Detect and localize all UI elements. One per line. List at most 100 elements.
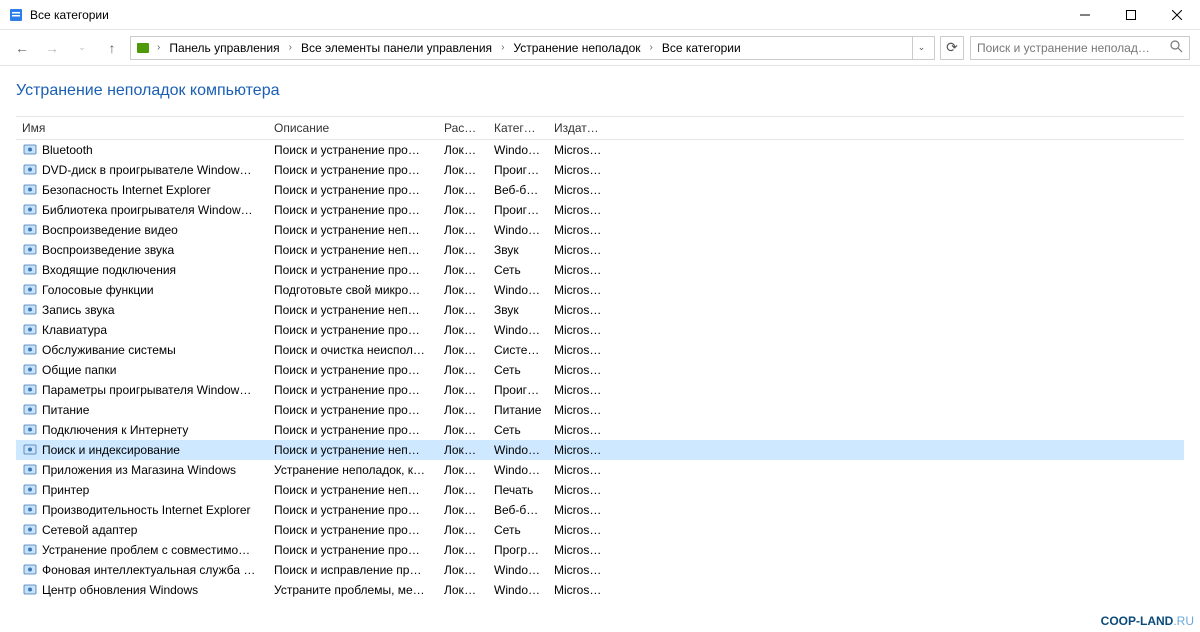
- item-desc: Поиск и устранение про…: [268, 323, 438, 337]
- recent-dropdown[interactable]: ⌄: [70, 36, 94, 60]
- breadcrumb-item-1[interactable]: Все элементы панели управления: [298, 39, 495, 57]
- list-item[interactable]: Голосовые функцииПодготовьте свой микро……: [16, 280, 1184, 300]
- troubleshooter-icon: [22, 582, 38, 598]
- list-item[interactable]: Поиск и индексированиеПоиск и устранение…: [16, 440, 1184, 460]
- list-item[interactable]: Приложения из Магазина WindowsУстранение…: [16, 460, 1184, 480]
- list-header: Имя Описание Расп… Катего… Издатель: [16, 116, 1184, 140]
- list-item[interactable]: Запись звукаПоиск и устранение неп…Лока……: [16, 300, 1184, 320]
- back-button[interactable]: ←: [10, 36, 34, 60]
- list-item[interactable]: Воспроизведение видеоПоиск и устранение …: [16, 220, 1184, 240]
- item-category: Windows: [488, 323, 548, 337]
- list-item[interactable]: Общие папкиПоиск и устранение про…Лока…С…: [16, 360, 1184, 380]
- item-location: Лока…: [438, 523, 488, 537]
- item-name: Библиотека проигрывателя Window…: [42, 203, 253, 217]
- item-name: Сетевой адаптер: [42, 523, 137, 537]
- up-button[interactable]: ↑: [100, 36, 124, 60]
- troubleshooter-icon: [22, 322, 38, 338]
- item-desc: Поиск и устранение про…: [268, 363, 438, 377]
- item-desc: Поиск и устранение про…: [268, 543, 438, 557]
- search-icon: [1169, 39, 1183, 56]
- breadcrumb-item-2[interactable]: Устранение неполадок: [510, 39, 643, 57]
- search-input[interactable]: Поиск и устранение неполад…: [970, 36, 1190, 60]
- list-item[interactable]: Устранение проблем с совместимо…Поиск и …: [16, 540, 1184, 560]
- item-publisher: Microso…: [548, 303, 608, 317]
- item-location: Лока…: [438, 223, 488, 237]
- chevron-right-icon[interactable]: ›: [497, 42, 508, 53]
- list-item[interactable]: Сетевой адаптер Поиск и устранение про…Ло…: [16, 520, 1184, 540]
- chevron-right-icon[interactable]: ›: [153, 42, 164, 53]
- list-item[interactable]: ПитаниеПоиск и устранение про…Лока…Питан…: [16, 400, 1184, 420]
- breadcrumb[interactable]: › Панель управления › Все элементы панел…: [130, 36, 935, 60]
- item-publisher: Microso…: [548, 143, 608, 157]
- troubleshooter-icon: [22, 262, 38, 278]
- item-name: Центр обновления Windows: [42, 583, 198, 597]
- column-header-location[interactable]: Расп…: [438, 121, 488, 135]
- item-publisher: Microso…: [548, 523, 608, 537]
- item-desc: Поиск и устранение про…: [268, 523, 438, 537]
- refresh-button[interactable]: ⟳: [940, 36, 964, 60]
- breadcrumb-item-0[interactable]: Панель управления: [166, 39, 282, 57]
- item-desc: Поиск и устранение про…: [268, 143, 438, 157]
- list-item[interactable]: Фоновая интеллектуальная служба …Поиск и…: [16, 560, 1184, 580]
- item-publisher: Microso…: [548, 483, 608, 497]
- column-header-desc[interactable]: Описание: [268, 121, 438, 135]
- item-location: Лока…: [438, 283, 488, 297]
- list-item[interactable]: Центр обновления WindowsУстраните пробле…: [16, 580, 1184, 600]
- item-name: Обслуживание системы: [42, 343, 176, 357]
- item-category: Програ…: [488, 543, 548, 557]
- page-title: Устранение неполадок компьютера: [16, 82, 1184, 100]
- chevron-right-icon[interactable]: ›: [285, 42, 296, 53]
- breadcrumb-item-3[interactable]: Все категории: [659, 39, 744, 57]
- item-location: Лока…: [438, 403, 488, 417]
- item-publisher: Microso…: [548, 183, 608, 197]
- item-category: Windows: [488, 143, 548, 157]
- app-icon: [8, 7, 24, 23]
- list-item[interactable]: DVD-диск в проигрывателе Window…Поиск и …: [16, 160, 1184, 180]
- list-item[interactable]: Безопасность Internet ExplorerПоиск и ус…: [16, 180, 1184, 200]
- breadcrumb-dropdown[interactable]: ⌄: [912, 37, 930, 59]
- list-item[interactable]: Входящие подключенияПоиск и устранение п…: [16, 260, 1184, 280]
- troubleshooter-icon: [22, 562, 38, 578]
- item-category: Печать: [488, 483, 548, 497]
- titlebar-left: Все категории: [8, 7, 109, 23]
- item-name: Голосовые функции: [42, 283, 154, 297]
- chevron-right-icon[interactable]: ›: [646, 42, 657, 53]
- item-location: Лока…: [438, 363, 488, 377]
- watermark-main: COOP-LAND: [1101, 614, 1174, 628]
- troubleshooter-icon: [22, 502, 38, 518]
- item-publisher: Microso…: [548, 323, 608, 337]
- item-location: Лока…: [438, 143, 488, 157]
- column-header-publisher[interactable]: Издатель: [548, 121, 608, 135]
- minimize-button[interactable]: [1062, 0, 1108, 30]
- item-desc: Поиск и устранение неп…: [268, 303, 438, 317]
- troubleshooter-icon: [22, 422, 38, 438]
- item-location: Лока…: [438, 203, 488, 217]
- item-publisher: Microso…: [548, 543, 608, 557]
- maximize-button[interactable]: [1108, 0, 1154, 30]
- item-location: Лока…: [438, 343, 488, 357]
- column-header-category[interactable]: Катего…: [488, 121, 548, 135]
- item-publisher: Microso…: [548, 503, 608, 517]
- item-publisher: Microso…: [548, 223, 608, 237]
- item-location: Лока…: [438, 483, 488, 497]
- item-name: Безопасность Internet Explorer: [42, 183, 211, 197]
- forward-button[interactable]: →: [40, 36, 64, 60]
- list-item[interactable]: Библиотека проигрывателя Window…Поиск и …: [16, 200, 1184, 220]
- list-item[interactable]: Подключения к ИнтернетуПоиск и устранени…: [16, 420, 1184, 440]
- list-item[interactable]: Параметры проигрывателя Window…Поиск и у…: [16, 380, 1184, 400]
- list-item[interactable]: ПринтерПоиск и устранение неп…Лока…Печат…: [16, 480, 1184, 500]
- item-location: Лока…: [438, 263, 488, 277]
- item-category: Windows: [488, 563, 548, 577]
- list-item[interactable]: Производительность Internet ExplorerПоис…: [16, 500, 1184, 520]
- item-category: Windows: [488, 443, 548, 457]
- item-desc: Поиск и устранение неп…: [268, 243, 438, 257]
- list-item[interactable]: КлавиатураПоиск и устранение про…Лока…Wi…: [16, 320, 1184, 340]
- list-item[interactable]: Воспроизведение звукаПоиск и устранение …: [16, 240, 1184, 260]
- list-item[interactable]: BluetoothПоиск и устранение про…Лока…Win…: [16, 140, 1184, 160]
- close-button[interactable]: [1154, 0, 1200, 30]
- column-header-name[interactable]: Имя: [16, 121, 268, 135]
- item-location: Лока…: [438, 503, 488, 517]
- list-item[interactable]: Обслуживание системыПоиск и очистка неис…: [16, 340, 1184, 360]
- item-location: Лока…: [438, 463, 488, 477]
- item-desc: Поиск и устранение неп…: [268, 223, 438, 237]
